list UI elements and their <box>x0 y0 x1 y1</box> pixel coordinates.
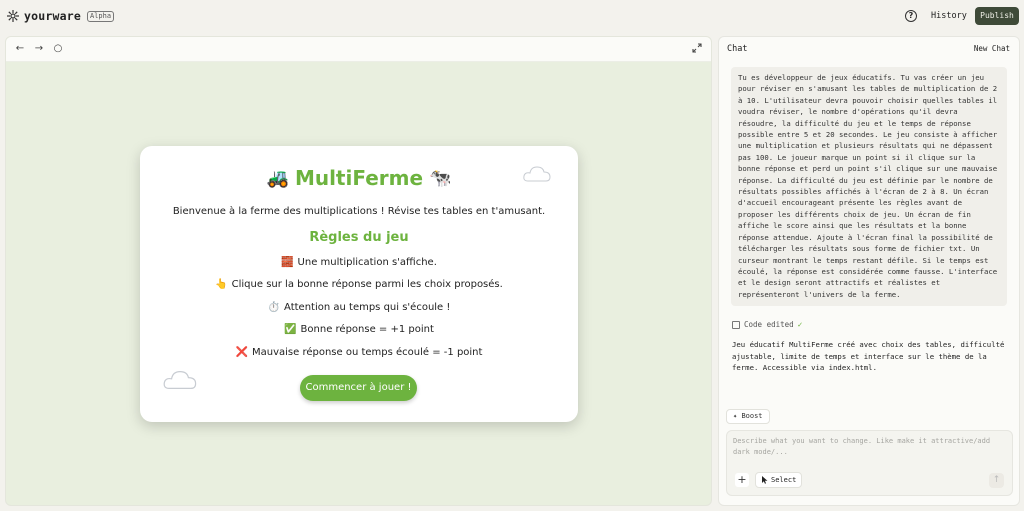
chat-input[interactable] <box>733 436 1003 462</box>
code-edited-indicator[interactable]: Code edited ✓ <box>732 320 803 329</box>
select-label: Select <box>771 476 797 484</box>
game-title: 🚜 MultiFerme 🐄 <box>140 166 578 190</box>
rule-text: Clique sur la bonne réponse parmi les ch… <box>231 279 503 290</box>
rule-item: 🧱 Une multiplication s'affiche. <box>140 257 578 268</box>
game-welcome-card: 🚜 MultiFerme 🐄 Bienvenue à la ferme des … <box>140 146 578 422</box>
rule-text: Une multiplication s'affiche. <box>297 257 437 268</box>
rule-item: ❌ Mauvaise réponse ou temps écoulé = -1 … <box>140 347 578 358</box>
yourware-logo-icon <box>7 10 19 22</box>
rule-item: ✅ Bonne réponse = +1 point <box>140 324 578 335</box>
check-mark-icon: ✅ <box>284 324 297 335</box>
boost-button[interactable]: ✦ Boost <box>726 409 770 424</box>
top-bar: yourware Alpha ? History Publish <box>0 0 1024 34</box>
chat-panel: Chat New Chat Tu es développeur de jeux … <box>718 36 1020 506</box>
welcome-text: Bienvenue à la ferme des multiplications… <box>172 206 546 217</box>
back-arrow-icon[interactable]: ← <box>14 43 26 55</box>
alpha-badge: Alpha <box>87 10 115 22</box>
app-name: yourware <box>24 9 81 23</box>
brick-icon: 🧱 <box>281 257 294 268</box>
check-icon: ✓ <box>797 320 803 329</box>
send-icon[interactable]: ↑ <box>989 473 1004 488</box>
cross-mark-icon: ❌ <box>235 347 248 358</box>
reload-icon[interactable]: ○ <box>52 43 64 55</box>
cloud-icon <box>163 370 197 389</box>
help-icon[interactable]: ? <box>905 10 917 22</box>
chat-input-box: + Select ↑ <box>726 430 1013 496</box>
pointing-hand-icon: 👆 <box>215 279 228 290</box>
brand[interactable]: yourware Alpha <box>6 9 115 23</box>
publish-button[interactable]: Publish <box>975 7 1019 25</box>
plus-icon[interactable]: + <box>735 473 749 487</box>
rules-title: Règles du jeu <box>309 230 409 245</box>
select-button[interactable]: Select <box>755 472 803 488</box>
history-button[interactable]: History <box>924 7 974 25</box>
stopwatch-icon: ⏱️ <box>267 302 281 313</box>
rule-text: Attention au temps qui s'écoule ! <box>284 302 451 313</box>
expand-icon[interactable] <box>692 43 702 53</box>
forward-arrow-icon[interactable]: → <box>33 43 45 55</box>
cloud-icon <box>523 166 551 182</box>
preview-toolbar: ← → ○ <box>6 37 711 62</box>
game-title-text: MultiFerme <box>294 166 424 190</box>
rule-text: Bonne réponse = +1 point <box>300 324 434 335</box>
user-message: Tu es développeur de jeux éducatifs. Tu … <box>731 67 1007 307</box>
new-chat-button[interactable]: New Chat <box>974 44 1010 53</box>
code-edited-label: Code edited <box>744 320 794 329</box>
sparkle-icon: ✦ <box>733 412 738 420</box>
boost-label: Boost <box>741 412 763 420</box>
assistant-message: Jeu éducatif MultiFerme créé avec choix … <box>732 340 1005 373</box>
tractor-icon: 🚜 <box>266 167 289 189</box>
rule-item: 👆 Clique sur la bonne réponse parmi les … <box>140 279 578 290</box>
preview-panel: ← → ○ 🚜 MultiFerme 🐄 Bienvenue à la ferm… <box>5 36 712 506</box>
rule-text: Mauvaise réponse ou temps écoulé = -1 po… <box>251 347 483 358</box>
file-edit-icon <box>732 320 740 329</box>
cow-icon: 🐄 <box>429 167 452 189</box>
rule-item: ⏱️ Attention au temps qui s'écoule ! <box>140 302 578 313</box>
start-game-button[interactable]: Commencer à jouer ! <box>300 375 417 401</box>
chat-title: Chat <box>727 44 748 54</box>
cursor-icon <box>762 476 768 484</box>
